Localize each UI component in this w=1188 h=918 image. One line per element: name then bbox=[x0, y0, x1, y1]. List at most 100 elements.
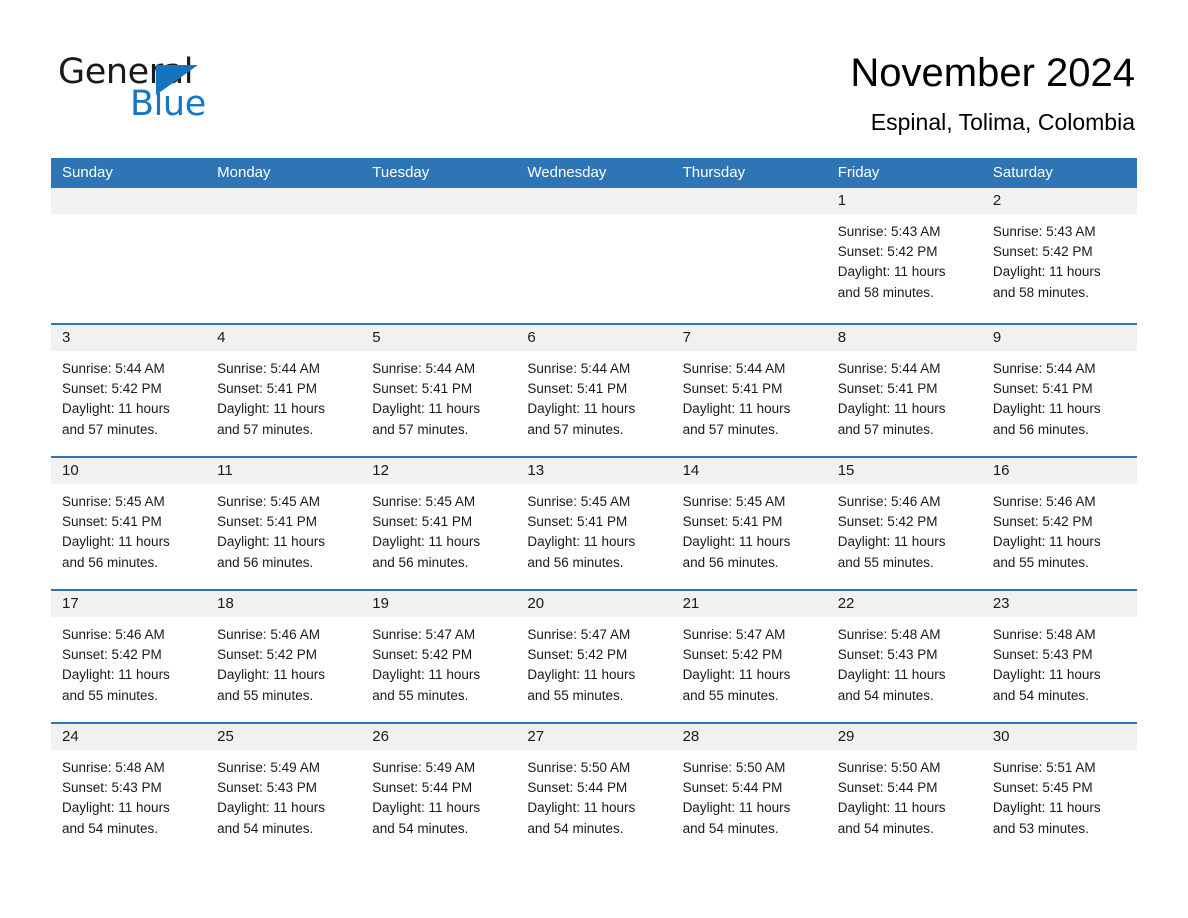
day-number: 1 bbox=[837, 192, 847, 209]
day-number bbox=[206, 192, 217, 209]
sunrise-text: Sunrise: 5:47 AM bbox=[527, 627, 631, 642]
day-number bbox=[361, 192, 372, 209]
day-info: Sunrise: 5:46 AM Sunset: 5:42 PM Dayligh… bbox=[827, 484, 982, 573]
daylight-text-line2: and 54 minutes. bbox=[217, 820, 314, 836]
day-cell[interactable]: 4 Sunrise: 5:44 AM Sunset: 5:41 PM Dayli… bbox=[206, 325, 362, 456]
calendar-grid: Sunday Monday Tuesday Wednesday Thursday… bbox=[51, 158, 1137, 855]
daylight-text-line1: Daylight: 11 hours bbox=[217, 667, 325, 683]
day-cell[interactable]: 24 Sunrise: 5:48 AM Sunset: 5:43 PM Dayl… bbox=[51, 724, 207, 855]
day-cell[interactable]: 21 Sunrise: 5:47 AM Sunset: 5:42 PM Dayl… bbox=[671, 591, 827, 722]
day-cell[interactable]: 26 Sunrise: 5:49 AM Sunset: 5:44 PM Dayl… bbox=[361, 724, 517, 855]
page-title: November 2024 bbox=[850, 51, 1135, 95]
day-cell[interactable]: 29 Sunrise: 5:50 AM Sunset: 5:44 PM Dayl… bbox=[826, 724, 982, 855]
sunset-text: Sunset: 5:41 PM bbox=[837, 381, 938, 397]
title-block: November 2024 Espinal, Tolima, Colombia bbox=[435, 48, 1135, 136]
daylight-text-line2: and 56 minutes. bbox=[992, 421, 1089, 437]
day-cell[interactable] bbox=[516, 188, 672, 323]
day-cell[interactable]: 15 Sunrise: 5:46 AM Sunset: 5:42 PM Dayl… bbox=[826, 458, 982, 589]
day-info: Sunrise: 5:46 AM Sunset: 5:42 PM Dayligh… bbox=[206, 617, 361, 706]
day-cell[interactable]: 12 Sunrise: 5:45 AM Sunset: 5:41 PM Dayl… bbox=[361, 458, 517, 589]
daylight-text-line2: and 54 minutes. bbox=[527, 820, 624, 836]
sunrise-text: Sunrise: 5:44 AM bbox=[217, 361, 320, 376]
sunrise-text: Sunrise: 5:44 AM bbox=[992, 361, 1096, 376]
daylight-text-line2: and 57 minutes. bbox=[217, 421, 314, 437]
calendar-page: General Blue November 2024 Espinal, Toli… bbox=[0, 0, 1188, 918]
day-number: 14 bbox=[682, 462, 700, 479]
day-cell[interactable]: 7 Sunrise: 5:44 AM Sunset: 5:41 PM Dayli… bbox=[671, 325, 827, 456]
page-subtitle-location: Espinal, Tolima, Colombia bbox=[870, 109, 1135, 135]
sunrise-text: Sunrise: 5:43 AM bbox=[837, 224, 941, 239]
day-number: 29 bbox=[837, 728, 855, 745]
day-number bbox=[672, 192, 683, 209]
day-number: 12 bbox=[372, 462, 389, 479]
daylight-text-line1: Daylight: 11 hours bbox=[62, 401, 170, 417]
sunset-text: Sunset: 5:41 PM bbox=[682, 514, 783, 530]
daylight-text-line2: and 57 minutes. bbox=[837, 421, 934, 437]
day-cell[interactable]: 3 Sunrise: 5:44 AM Sunset: 5:42 PM Dayli… bbox=[51, 325, 207, 456]
day-cell[interactable]: 13 Sunrise: 5:45 AM Sunset: 5:41 PM Dayl… bbox=[516, 458, 672, 589]
day-cell[interactable]: 10 Sunrise: 5:45 AM Sunset: 5:41 PM Dayl… bbox=[51, 458, 207, 589]
sunrise-text: Sunrise: 5:44 AM bbox=[837, 361, 941, 376]
daylight-text-line2: and 54 minutes. bbox=[837, 820, 934, 836]
day-cell[interactable]: 16 Sunrise: 5:46 AM Sunset: 5:42 PM Dayl… bbox=[981, 458, 1137, 589]
sunset-text: Sunset: 5:41 PM bbox=[217, 381, 317, 397]
day-info: Sunrise: 5:45 AM Sunset: 5:41 PM Dayligh… bbox=[672, 484, 827, 573]
day-cell[interactable]: 25 Sunrise: 5:49 AM Sunset: 5:43 PM Dayl… bbox=[206, 724, 362, 855]
day-cell[interactable]: 28 Sunrise: 5:50 AM Sunset: 5:44 PM Dayl… bbox=[671, 724, 827, 855]
day-cell[interactable]: 8 Sunrise: 5:44 AM Sunset: 5:41 PM Dayli… bbox=[826, 325, 982, 456]
day-cell[interactable]: 27 Sunrise: 5:50 AM Sunset: 5:44 PM Dayl… bbox=[516, 724, 672, 855]
day-cell[interactable]: 11 Sunrise: 5:45 AM Sunset: 5:41 PM Dayl… bbox=[206, 458, 362, 589]
day-cell[interactable]: 30 Sunrise: 5:51 AM Sunset: 5:45 PM Dayl… bbox=[981, 724, 1137, 855]
day-number: 25 bbox=[217, 728, 234, 745]
sunrise-text: Sunrise: 5:45 AM bbox=[682, 494, 786, 509]
day-cell[interactable]: 20 Sunrise: 5:47 AM Sunset: 5:42 PM Dayl… bbox=[516, 591, 672, 722]
daylight-text-line2: and 57 minutes. bbox=[62, 421, 159, 437]
day-cell[interactable]: 1 Sunrise: 5:43 AM Sunset: 5:42 PM Dayli… bbox=[826, 188, 982, 323]
day-info: Sunrise: 5:44 AM Sunset: 5:41 PM Dayligh… bbox=[361, 351, 516, 440]
weekday-header-row: Sunday Monday Tuesday Wednesday Thursday… bbox=[51, 158, 1137, 188]
daylight-text-line1: Daylight: 11 hours bbox=[527, 800, 636, 816]
daylight-text-line2: and 57 minutes. bbox=[372, 421, 469, 437]
day-info bbox=[516, 214, 671, 222]
day-cell[interactable]: 5 Sunrise: 5:44 AM Sunset: 5:41 PM Dayli… bbox=[361, 325, 517, 456]
day-cell[interactable]: 9 Sunrise: 5:44 AM Sunset: 5:41 PM Dayli… bbox=[981, 325, 1137, 456]
weekday-header-friday: Friday bbox=[837, 164, 880, 181]
day-info: Sunrise: 5:44 AM Sunset: 5:41 PM Dayligh… bbox=[827, 351, 982, 440]
sunrise-text: Sunrise: 5:43 AM bbox=[992, 224, 1096, 239]
daylight-text-line1: Daylight: 11 hours bbox=[372, 401, 481, 417]
day-cell[interactable]: 23 Sunrise: 5:48 AM Sunset: 5:43 PM Dayl… bbox=[981, 591, 1137, 722]
daylight-text-line1: Daylight: 11 hours bbox=[217, 534, 325, 550]
weekday-header-saturday: Saturday bbox=[992, 164, 1053, 181]
day-info: Sunrise: 5:43 AM Sunset: 5:42 PM Dayligh… bbox=[827, 214, 982, 303]
daylight-text-line2: and 54 minutes. bbox=[62, 820, 159, 836]
page-header: General Blue November 2024 Espinal, Toli… bbox=[0, 0, 1188, 150]
weekday-header-wednesday: Wednesday bbox=[527, 164, 607, 181]
week-row: 1 Sunrise: 5:43 AM Sunset: 5:42 PM Dayli… bbox=[51, 188, 1137, 323]
day-cell[interactable] bbox=[206, 188, 362, 323]
day-cell[interactable]: 22 Sunrise: 5:48 AM Sunset: 5:43 PM Dayl… bbox=[826, 591, 982, 722]
day-info bbox=[206, 214, 361, 222]
day-number: 16 bbox=[992, 462, 1010, 479]
day-cell[interactable]: 14 Sunrise: 5:45 AM Sunset: 5:41 PM Dayl… bbox=[671, 458, 827, 589]
daylight-text-line1: Daylight: 11 hours bbox=[992, 264, 1101, 280]
day-cell[interactable] bbox=[361, 188, 517, 323]
day-number: 6 bbox=[527, 329, 536, 346]
day-info: Sunrise: 5:44 AM Sunset: 5:41 PM Dayligh… bbox=[516, 351, 671, 440]
day-cell[interactable] bbox=[51, 188, 207, 323]
day-cell[interactable]: 6 Sunrise: 5:44 AM Sunset: 5:41 PM Dayli… bbox=[516, 325, 672, 456]
day-cell[interactable]: 17 Sunrise: 5:46 AM Sunset: 5:42 PM Dayl… bbox=[51, 591, 207, 722]
sunrise-text: Sunrise: 5:44 AM bbox=[62, 361, 165, 376]
day-cell[interactable]: 18 Sunrise: 5:46 AM Sunset: 5:42 PM Dayl… bbox=[206, 591, 362, 722]
daylight-text-line2: and 54 minutes. bbox=[682, 820, 779, 836]
day-number: 26 bbox=[372, 728, 389, 745]
week-row: 24 Sunrise: 5:48 AM Sunset: 5:43 PM Dayl… bbox=[51, 722, 1137, 855]
day-cell[interactable] bbox=[671, 188, 827, 323]
day-info: Sunrise: 5:50 AM Sunset: 5:44 PM Dayligh… bbox=[516, 750, 671, 839]
daylight-text-line2: and 55 minutes. bbox=[217, 687, 314, 703]
day-cell[interactable]: 19 Sunrise: 5:47 AM Sunset: 5:42 PM Dayl… bbox=[361, 591, 517, 722]
day-number: 28 bbox=[682, 728, 700, 745]
daylight-text-line2: and 54 minutes. bbox=[992, 687, 1089, 703]
day-info bbox=[672, 214, 827, 222]
sunrise-text: Sunrise: 5:46 AM bbox=[62, 627, 165, 642]
day-cell[interactable]: 2 Sunrise: 5:43 AM Sunset: 5:42 PM Dayli… bbox=[981, 188, 1137, 323]
